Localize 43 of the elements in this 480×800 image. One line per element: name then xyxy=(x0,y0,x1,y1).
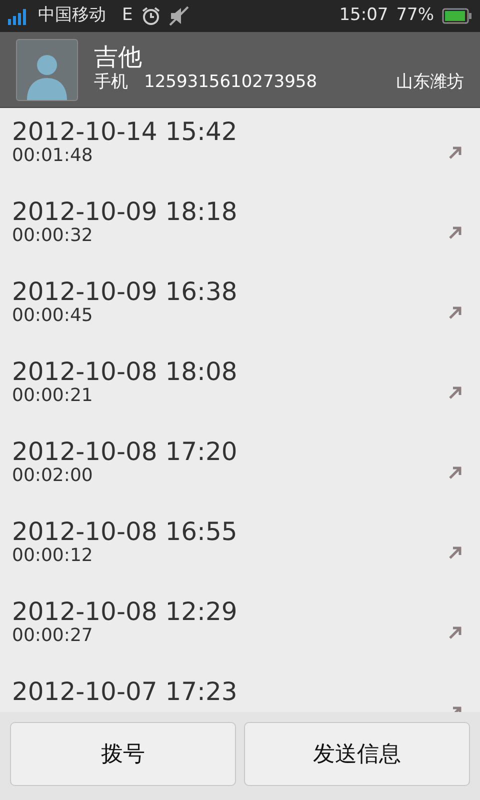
call-duration: 00:00:27 xyxy=(12,626,94,646)
outgoing-call-icon xyxy=(448,226,462,240)
phone-number: 1259315610273958 xyxy=(144,70,318,94)
call-datetime: 2012-10-07 17:23 xyxy=(12,678,238,706)
outgoing-call-icon xyxy=(448,546,462,560)
alarm-icon xyxy=(140,6,161,26)
send-message-button[interactable]: 发送信息 xyxy=(244,722,470,786)
call-datetime: 2012-10-08 18:08 xyxy=(12,358,238,386)
call-datetime: 2012-10-09 16:38 xyxy=(12,278,238,306)
call-duration: 00:00:21 xyxy=(12,386,94,406)
phone-location: 山东潍坊 xyxy=(396,70,464,94)
call-datetime: 2012-10-08 16:55 xyxy=(12,518,238,546)
outgoing-call-icon xyxy=(448,306,462,320)
call-log-row[interactable]: 2012-10-07 17:23 xyxy=(0,668,480,712)
battery-icon xyxy=(442,8,472,24)
call-log-row[interactable]: 2012-10-08 18:08 00:00:21 xyxy=(0,348,480,428)
contact-name: 吉他 xyxy=(94,44,143,70)
call-log-row[interactable]: 2012-10-08 12:29 00:00:27 xyxy=(0,588,480,668)
call-datetime: 2012-10-08 12:29 xyxy=(12,598,238,626)
call-duration: 00:01:48 xyxy=(12,146,94,166)
carrier-name: 中国移动 xyxy=(38,4,106,28)
outgoing-call-icon xyxy=(448,386,462,400)
call-duration: 00:00:45 xyxy=(12,306,94,326)
call-log-row[interactable]: 2012-10-08 17:20 00:02:00 xyxy=(0,428,480,508)
outgoing-call-icon xyxy=(448,146,462,160)
network-type: E xyxy=(122,4,133,28)
call-log-row[interactable]: 2012-10-09 18:18 00:00:32 xyxy=(0,188,480,268)
call-log-row[interactable]: 2012-10-14 15:42 00:01:48 xyxy=(0,108,480,188)
call-datetime: 2012-10-08 17:20 xyxy=(12,438,238,466)
call-duration: 00:02:00 xyxy=(12,466,94,486)
call-datetime: 2012-10-14 15:42 xyxy=(12,118,238,146)
call-log-row[interactable]: 2012-10-08 16:55 00:00:12 xyxy=(0,508,480,588)
phone-label: 手机 xyxy=(94,70,128,94)
outgoing-call-icon xyxy=(448,626,462,640)
call-datetime: 2012-10-09 18:18 xyxy=(12,198,238,226)
dial-button[interactable]: 拨号 xyxy=(10,722,236,786)
call-duration: 00:00:12 xyxy=(12,546,94,566)
outgoing-call-icon xyxy=(448,466,462,480)
call-duration: 00:00:32 xyxy=(12,226,94,246)
call-log-row[interactable]: 2012-10-09 16:38 00:00:45 xyxy=(0,268,480,348)
clock-time: 15:07 xyxy=(339,4,388,28)
battery-percent: 77% xyxy=(396,4,434,28)
mute-icon xyxy=(168,6,189,26)
